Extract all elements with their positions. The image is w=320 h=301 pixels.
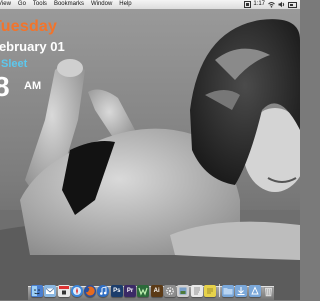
photoshop-icon[interactable]: Ps xyxy=(110,285,123,297)
widget-ampm: AM xyxy=(24,80,42,92)
volume-icon[interactable] xyxy=(278,1,285,8)
trash-icon[interactable] xyxy=(262,285,274,297)
menu-bar: View Go Tools Bookmarks Window Help 1:17 xyxy=(0,0,300,10)
menu-view[interactable]: View xyxy=(0,0,15,9)
textedit-icon[interactable] xyxy=(190,285,203,297)
safari-icon[interactable] xyxy=(70,285,83,297)
clock-status[interactable]: 1:17 xyxy=(253,0,265,9)
calendar-icon[interactable] xyxy=(57,285,70,297)
menu-help[interactable]: Help xyxy=(116,0,135,9)
premiere-icon[interactable]: Pr xyxy=(124,285,137,297)
wifi-icon[interactable] xyxy=(268,1,275,8)
stickies-icon[interactable] xyxy=(203,285,216,297)
illustrator-icon[interactable]: Ai xyxy=(150,285,163,297)
firefox-icon[interactable] xyxy=(84,285,97,297)
widget-weather: Sleet xyxy=(1,58,28,70)
dock-separator xyxy=(219,284,221,297)
menu-go[interactable]: Go xyxy=(15,0,30,9)
dock: Ps Pr Ai xyxy=(31,277,275,297)
menu-tools[interactable]: Tools xyxy=(30,0,51,9)
menu-window[interactable]: Window xyxy=(88,0,116,9)
battery-icon[interactable] xyxy=(288,1,297,8)
menu-bookmarks[interactable]: Bookmarks xyxy=(51,0,88,9)
preview-icon[interactable] xyxy=(177,285,190,297)
itunes-icon[interactable] xyxy=(97,285,110,297)
mail-icon[interactable] xyxy=(44,285,57,297)
applications-folder-icon[interactable] xyxy=(248,285,261,297)
finder-icon[interactable] xyxy=(31,285,43,297)
user-icon[interactable] xyxy=(244,1,252,8)
documents-folder-icon[interactable] xyxy=(222,285,235,297)
widget-date: February 01 xyxy=(0,39,65,54)
menu-items: View Go Tools Bookmarks Window Help xyxy=(0,0,136,9)
dreamweaver-icon[interactable] xyxy=(137,285,150,297)
widget-time: 8 xyxy=(0,71,10,102)
system-preferences-icon[interactable] xyxy=(163,285,176,297)
menu-extras: 1:17 xyxy=(241,0,300,9)
downloads-folder-icon[interactable] xyxy=(235,285,248,297)
widget-day: Tuesday xyxy=(0,18,58,35)
